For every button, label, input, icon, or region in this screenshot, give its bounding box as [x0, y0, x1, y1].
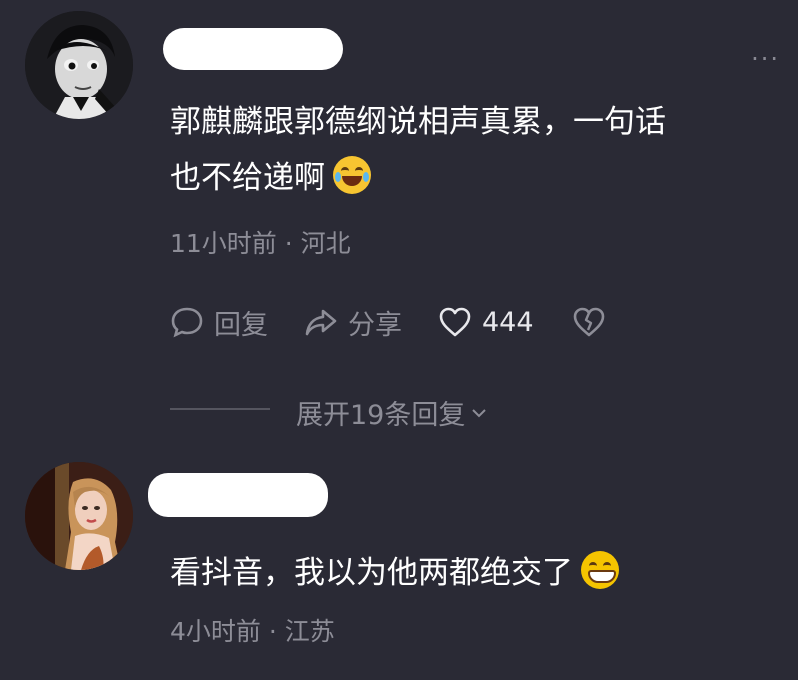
laughing-tears-emoji [333, 156, 371, 194]
emoji-eye-left [341, 167, 349, 175]
reply-button[interactable]: 回复 [170, 303, 268, 342]
comment-1-line-1: 郭麒麟跟郭德纲说相声真累，一句话 [170, 104, 666, 140]
replies-divider [170, 408, 270, 410]
share-label: 分享 [348, 309, 402, 341]
chevron-down-icon [472, 408, 487, 417]
heart-icon [439, 307, 471, 337]
comment-1-actions: 回复 分享 444 [170, 302, 652, 342]
share-icon [305, 309, 337, 336]
emoji-eye-right [603, 562, 611, 570]
more-icon[interactable]: ··· [751, 47, 780, 71]
broken-heart-icon [573, 307, 604, 337]
avatar-commenter-2[interactable] [25, 462, 133, 570]
reply-label: 回复 [214, 309, 268, 341]
emoji-mouth [342, 176, 362, 186]
expand-replies-label: 展开19条回复 [296, 400, 466, 431]
emoji-tear-left [335, 172, 341, 182]
comment-1-line-2-text: 也不给递啊 [170, 160, 325, 196]
emoji-eye-left [589, 562, 597, 570]
redacted-username-2[interactable] [148, 473, 328, 517]
grin-emoji [581, 551, 619, 589]
emoji-eye-right [355, 167, 363, 175]
comment-2-text: 看抖音，我以为他两都绝交了 [170, 545, 782, 601]
reply-icon [171, 307, 203, 338]
like-button[interactable]: 444 [438, 305, 534, 339]
share-button[interactable]: 分享 [304, 303, 402, 342]
emoji-tear-right [363, 172, 369, 182]
comment-2-body: 看抖音，我以为他两都绝交了 [170, 555, 573, 591]
redacted-username-1[interactable] [163, 28, 343, 70]
comment-1-line-2: 也不给递啊 [170, 150, 782, 206]
emoji-teeth [588, 570, 616, 583]
expand-replies-button[interactable]: 展开19条回复 [296, 393, 489, 432]
comment-1-text: 郭麒麟跟郭德纲说相声真累，一句话 也不给递啊 [170, 94, 782, 206]
comment-2-meta: 4小时前 · 江苏 [170, 617, 335, 646]
like-count: 444 [482, 306, 534, 338]
comment-1-meta: 11小时前 · 河北 [170, 229, 351, 258]
avatar-commenter-1[interactable] [25, 11, 133, 119]
dislike-button[interactable] [572, 305, 616, 339]
